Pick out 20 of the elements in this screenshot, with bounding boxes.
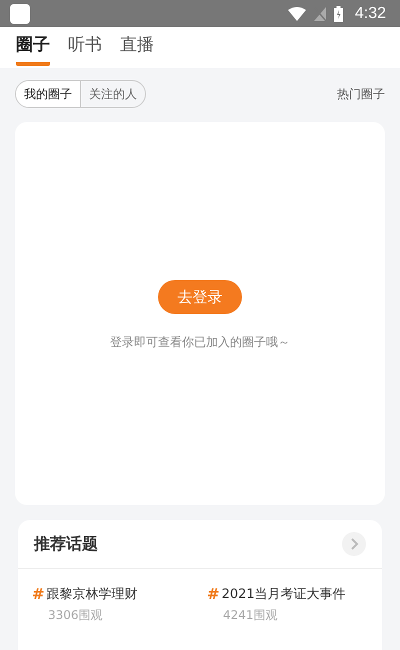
category-tab[interactable]: 圈子 xyxy=(16,29,50,66)
no-signal-icon xyxy=(314,6,326,20)
segment-tab[interactable]: 关注的人 xyxy=(81,81,145,107)
notification-icon xyxy=(10,4,30,24)
segment-tab[interactable]: 我的圈子 xyxy=(16,81,81,107)
battery-icon xyxy=(334,6,343,22)
category-tab[interactable]: 听书 xyxy=(68,29,102,66)
topic-name[interactable]: 跟黎京林学理财 xyxy=(46,585,138,603)
hashtag-icon: # xyxy=(32,585,45,603)
view-count: 3306围观 xyxy=(48,607,104,624)
chevron-right-icon[interactable] xyxy=(342,532,366,556)
section-title: 推荐话题 xyxy=(34,534,98,554)
hashtag-icon: # xyxy=(207,585,220,603)
login-hint: 登录即可查看你已加入的圈子哦～ xyxy=(110,334,290,351)
wifi-icon xyxy=(288,6,306,20)
category-tab[interactable]: 直播 xyxy=(120,29,154,66)
view-count: 4241围观 xyxy=(223,607,279,624)
topic-name[interactable]: 2021当月考证大事件 xyxy=(222,585,346,603)
clock-time: 4:32 xyxy=(354,4,386,22)
hot-circles-link[interactable]: 热门圈子 xyxy=(337,86,385,102)
